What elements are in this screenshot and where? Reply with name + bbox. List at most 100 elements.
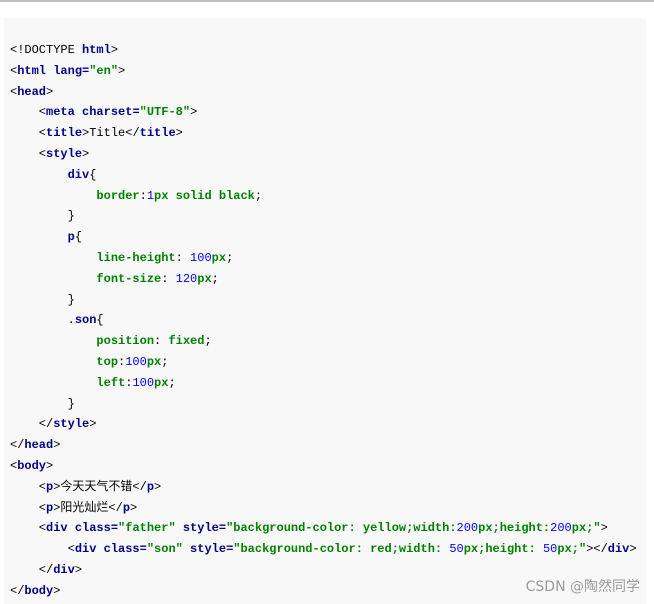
- code-token: >: [629, 542, 637, 557]
- code-token: 100: [132, 375, 155, 390]
- code-token: top: [96, 354, 119, 369]
- code-token: html: [82, 43, 111, 57]
- code-token: >: [53, 583, 61, 598]
- code-token: <: [10, 479, 47, 494]
- code-token: <: [10, 521, 47, 536]
- code-token: >Title</: [82, 126, 140, 141]
- code-token: title: [46, 126, 83, 141]
- code-token: >: [53, 438, 61, 453]
- code-line: position: fixed;: [10, 331, 637, 352]
- code-token: :: [154, 334, 169, 349]
- code-token: ;: [168, 375, 176, 390]
- code-line: div{: [10, 165, 637, 186]
- code-line: <title>Title</title>: [10, 123, 637, 144]
- code-line: <body>: [10, 456, 637, 477]
- code-token: "en": [89, 63, 119, 78]
- code-token: p: [146, 479, 155, 494]
- code-token: div: [67, 167, 90, 182]
- code-token: "background-color: yellow;width:: [226, 521, 457, 536]
- code-token: <: [10, 146, 47, 161]
- code-token: </: [10, 562, 54, 577]
- code-token: 100: [125, 354, 147, 369]
- code-token: div: [607, 542, 630, 557]
- code-token: }: [10, 209, 75, 224]
- code-line: line-height: 100px;: [10, 248, 637, 269]
- code-token: </: [10, 417, 54, 432]
- code-token: ;: [204, 334, 212, 349]
- code-line: p{: [10, 227, 637, 248]
- code-token: div: [74, 542, 97, 557]
- code-line: </style>: [10, 414, 637, 435]
- code-token: >: [110, 43, 119, 57]
- code-token: position: [96, 334, 155, 349]
- code-token: div: [46, 521, 68, 536]
- code-token: 50: [449, 542, 464, 557]
- code-token: left: [96, 375, 126, 390]
- code-token: head: [24, 438, 54, 453]
- code-line: <div class="father" style="background-co…: [10, 518, 637, 539]
- code-token: <!DOCTYPE: [10, 43, 83, 57]
- code-token: body: [17, 458, 47, 473]
- code-token: style: [53, 417, 90, 432]
- code-line: }: [10, 394, 637, 415]
- code-token: >: [46, 458, 54, 473]
- code-token: px: [146, 354, 162, 369]
- code-token: <: [10, 542, 75, 557]
- code-token: px;": [571, 521, 601, 536]
- code-token: ;: [161, 354, 169, 369]
- code-line: font-size: 120px;: [10, 269, 637, 290]
- code-line: }: [10, 206, 637, 227]
- code-token: {: [96, 313, 104, 328]
- code-token: :: [175, 250, 191, 265]
- code-token: <: [10, 105, 47, 120]
- code-token: }: [10, 292, 75, 307]
- code-token: <: [10, 500, 47, 515]
- code-token: >: [154, 479, 162, 494]
- code-token: p: [122, 500, 131, 515]
- code-token: body: [24, 583, 54, 598]
- code-token: </: [10, 583, 25, 598]
- code-token: {: [89, 167, 97, 182]
- code-token: "son": [146, 542, 183, 557]
- code-token: style=: [175, 521, 227, 536]
- code-token: "background-color: red;width:: [233, 542, 450, 557]
- code-token: <: [10, 126, 47, 141]
- code-token: ;: [211, 271, 219, 286]
- code-token: >: [130, 500, 138, 515]
- code-token: border: [96, 188, 140, 203]
- code-token: :: [161, 271, 176, 286]
- code-token: >: [600, 521, 608, 536]
- code-token: meta: [46, 105, 75, 120]
- code-line: <meta charset="UTF-8">: [10, 102, 637, 123]
- code-token: px;": [557, 542, 587, 557]
- code-line: <head>: [10, 82, 637, 103]
- code-token: font-size: [96, 271, 162, 286]
- code-token: ;: [226, 250, 234, 265]
- code-token: line-height: [96, 250, 176, 265]
- code-token: "father": [118, 521, 176, 536]
- code-token: >: [74, 562, 83, 577]
- code-token: px;height:: [463, 542, 543, 557]
- code-token: 120: [175, 271, 198, 286]
- code-token: style: [46, 146, 83, 161]
- code-token: class=: [67, 521, 119, 536]
- code-line: <div class="son" style="background-color…: [10, 539, 637, 560]
- code-token: >: [89, 417, 97, 432]
- code-token: px: [197, 271, 212, 286]
- code-token: head: [17, 84, 47, 99]
- page: <!DOCTYPE html> <html lang="en"> <head> <m…: [0, 0, 654, 604]
- code-line: top:100px;: [10, 352, 637, 373]
- code-line: border:1px solid black;: [10, 186, 637, 207]
- code-token: charset=: [74, 105, 140, 120]
- code-token: >阳光灿烂</: [53, 500, 123, 515]
- code-token: px solid black: [154, 188, 255, 203]
- code-token: px: [211, 250, 227, 265]
- code-token: son: [74, 313, 97, 328]
